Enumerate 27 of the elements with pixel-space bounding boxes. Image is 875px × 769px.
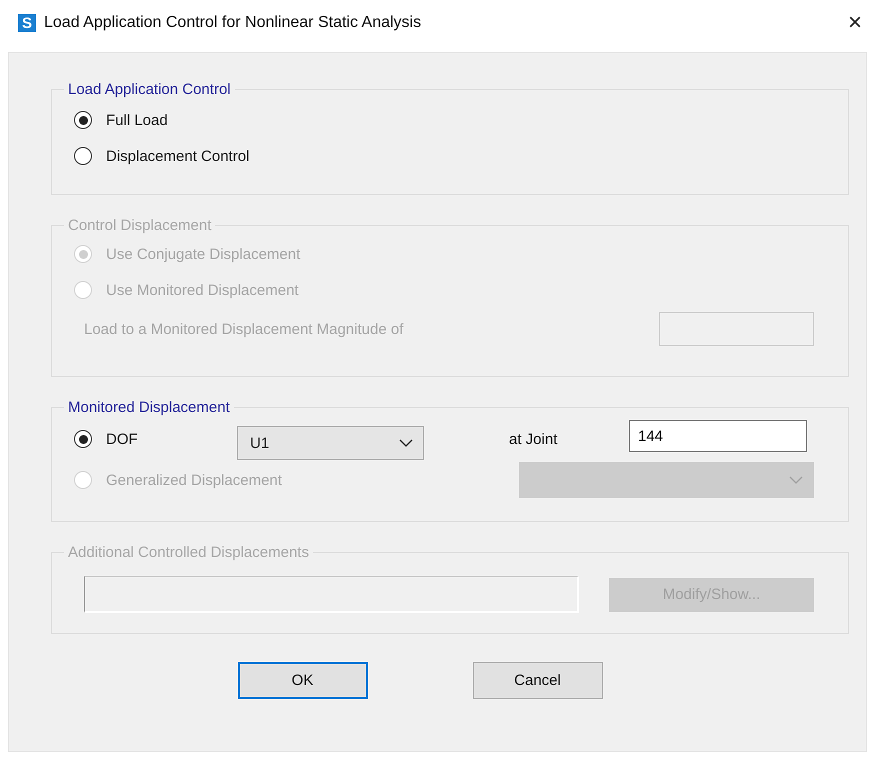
radio-label: Use Conjugate Displacement xyxy=(106,246,300,262)
radio-label: DOF xyxy=(106,430,138,448)
radio-label: Displacement Control xyxy=(106,148,250,164)
close-button[interactable]: × xyxy=(835,9,875,37)
radio-button[interactable] xyxy=(74,111,92,129)
chevron-down-icon xyxy=(399,439,413,447)
joint-label: at Joint xyxy=(509,430,558,448)
radio-label: Generalized Displacement xyxy=(106,472,282,488)
group-title: Load Application Control xyxy=(67,81,232,98)
radio-label: Use Monitored Displacement xyxy=(106,282,299,298)
group-title: Control Displacement xyxy=(67,217,212,234)
chevron-down-icon xyxy=(789,476,803,484)
radio-button[interactable] xyxy=(74,430,92,448)
ok-button[interactable]: OK xyxy=(238,662,368,699)
magnitude-field[interactable] xyxy=(659,312,814,346)
window-title: Load Application Control for Nonlinear Static Analysis xyxy=(44,14,422,32)
group-title: Additional Controlled Displacements xyxy=(67,544,310,561)
displacements-list-field[interactable] xyxy=(84,576,579,613)
magnitude-label: Load to a Monitored Displacement Magnitude of xyxy=(84,320,404,338)
radio-label: Full Load xyxy=(106,112,168,128)
joint-field[interactable]: 144 xyxy=(629,420,807,452)
app-logo: S xyxy=(18,14,36,32)
generalized-dropdown[interactable] xyxy=(519,462,814,498)
cancel-button[interactable]: Cancel xyxy=(472,662,602,699)
radio-button[interactable] xyxy=(74,147,92,165)
group-title: Monitored Displacement xyxy=(67,399,231,416)
dof-dropdown[interactable]: U1 xyxy=(237,426,424,460)
